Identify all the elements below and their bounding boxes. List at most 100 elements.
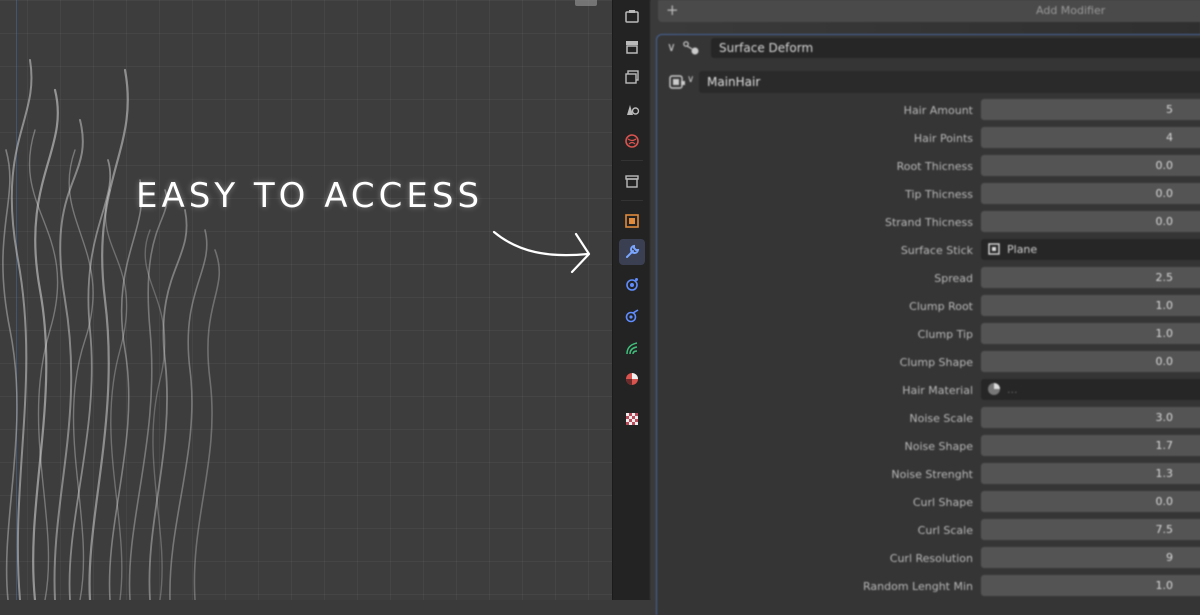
prop-label: Hair Amount [903, 104, 973, 117]
prop-label: Clump Root [909, 300, 973, 313]
prop-label: Clump Tip [917, 328, 973, 341]
prop-value: 5 [1166, 103, 1173, 116]
collapse-chevron-icon[interactable]: ∨ [667, 40, 676, 54]
add-modifier-label: Add Modifier [1036, 4, 1106, 17]
node-tree-icon [669, 75, 685, 89]
hair-material-name: ... [1007, 383, 1018, 396]
prop-label: Strand Thicness [884, 216, 973, 229]
physics-icon [625, 309, 639, 323]
curl-resolution-field[interactable]: 9 [981, 547, 1200, 568]
tab-scene[interactable] [619, 128, 645, 154]
dropdown-chevron-icon[interactable]: ∨ [687, 74, 694, 85]
prop-row-spread: Spread 2.5 [657, 267, 1200, 289]
tab-texture[interactable] [619, 406, 645, 432]
clump-shape-field[interactable]: 0.0 [981, 351, 1200, 372]
headline-text: EASY TO ACCESS [136, 176, 484, 216]
modifier-name-field[interactable]: Surface Deform [711, 38, 1200, 58]
clump-tip-field[interactable]: 1.0 [981, 323, 1200, 344]
tab-separator [621, 160, 643, 161]
prop-row-noise-scale: Noise Scale 3.0 [657, 407, 1200, 429]
prop-row-random-lenght-min: Random Lenght Min 1.0 [657, 575, 1200, 597]
tab-render[interactable] [619, 34, 645, 60]
prop-row-tip-thicness: Tip Thicness 0.0 [657, 183, 1200, 205]
node-group-field[interactable]: MainHair [699, 71, 1200, 93]
tab-constraints[interactable] [619, 335, 645, 361]
tip-thicness-field[interactable]: 0.0 [981, 183, 1200, 204]
prop-row-strand-thicness: Strand Thicness 0.0 [657, 211, 1200, 233]
scene-icon [625, 134, 639, 148]
modifier-name: Surface Deform [719, 41, 814, 55]
prop-label: Hair Points [913, 132, 973, 145]
prop-value: 0.0 [1155, 215, 1174, 228]
object-icon [625, 214, 639, 228]
prop-label: Spread [934, 272, 973, 285]
geometry-nodes-icon [683, 41, 699, 55]
prop-label: Hair Material [902, 384, 973, 397]
collection-icon [625, 175, 639, 188]
prop-label: Noise Strenght [891, 468, 973, 481]
add-modifier-button[interactable]: + Add Modifier [658, 0, 1200, 22]
prop-label: Noise Scale [909, 412, 973, 425]
prop-label: Curl Shape [912, 496, 973, 509]
tab-separator [621, 200, 643, 201]
surface-stick-field[interactable]: Plane [981, 239, 1200, 260]
prop-value: 1.0 [1155, 327, 1174, 340]
prop-value: 4 [1166, 131, 1173, 144]
spread-field[interactable]: 2.5 [981, 267, 1200, 288]
tab-particles[interactable] [619, 271, 645, 297]
particles-icon [626, 278, 638, 291]
prop-label: Tip Thicness [905, 188, 973, 201]
prop-value: 2.5 [1155, 271, 1174, 284]
prop-value: 9 [1166, 551, 1173, 564]
prop-row-noise-strenght: Noise Strenght 1.3 [657, 463, 1200, 485]
hair-material-field[interactable]: ... [981, 379, 1200, 400]
prop-label: Noise Shape [904, 440, 973, 453]
prop-value: 1.7 [1155, 439, 1174, 452]
tab-object[interactable] [619, 208, 645, 234]
noise-scale-field[interactable]: 3.0 [981, 407, 1200, 428]
modifier-wrench-icon [626, 244, 640, 258]
material-icon [626, 373, 638, 385]
mesh-object-icon [988, 243, 1000, 255]
tool-icon [625, 10, 639, 23]
strand-thicness-field[interactable]: 0.0 [981, 211, 1200, 232]
noise-strenght-field[interactable]: 1.3 [981, 463, 1200, 484]
tab-physics[interactable] [619, 303, 645, 329]
pointer-arrow-icon [492, 230, 591, 274]
prop-row-clump-tip: Clump Tip 1.0 [657, 323, 1200, 345]
prop-row-clump-root: Clump Root 1.0 [657, 295, 1200, 317]
root-thicness-field[interactable]: 0.0 [981, 155, 1200, 176]
hair-strands [2, 59, 221, 600]
prop-value: 0.0 [1155, 187, 1174, 200]
hair-points-field[interactable]: 4 [981, 127, 1200, 148]
tab-modifiers[interactable] [619, 239, 645, 265]
curl-scale-field[interactable]: 7.5 [981, 519, 1200, 540]
noise-shape-field[interactable]: 1.7 [981, 435, 1200, 456]
tab-object-data[interactable] [619, 366, 645, 392]
viewport-corner-widget[interactable] [575, 0, 597, 6]
prop-value: 1.0 [1155, 299, 1174, 312]
prop-label: Random Lenght Min [863, 580, 973, 593]
object-constraint-icon [626, 342, 638, 355]
view-layer-icon [627, 105, 640, 115]
3d-viewport[interactable]: EASY TO ACCESS [0, 0, 612, 600]
plus-icon: + [666, 1, 679, 19]
prop-label: Clump Shape [899, 356, 973, 369]
output-icon [625, 70, 639, 84]
tab-output[interactable] [619, 64, 645, 90]
random-lenght-min-field[interactable]: 1.0 [981, 575, 1200, 596]
node-group-name: MainHair [707, 75, 761, 89]
prop-row-clump-shape: Clump Shape 0.0 [657, 351, 1200, 373]
prop-label: Curl Scale [917, 524, 973, 537]
surface-stick-object: Plane [1007, 243, 1038, 256]
tab-collection[interactable] [619, 168, 645, 194]
tab-tool[interactable] [619, 4, 645, 30]
curl-shape-field[interactable]: 0.0 [981, 491, 1200, 512]
clump-root-field[interactable]: 1.0 [981, 295, 1200, 316]
tab-view-layer[interactable] [619, 96, 645, 122]
prop-value: 7.5 [1155, 523, 1174, 536]
hair-amount-field[interactable]: 5 [981, 99, 1200, 120]
prop-value: 1.3 [1155, 467, 1174, 480]
prop-row-hair-material: Hair Material ... [657, 379, 1200, 401]
prop-value: 1.0 [1155, 579, 1174, 592]
